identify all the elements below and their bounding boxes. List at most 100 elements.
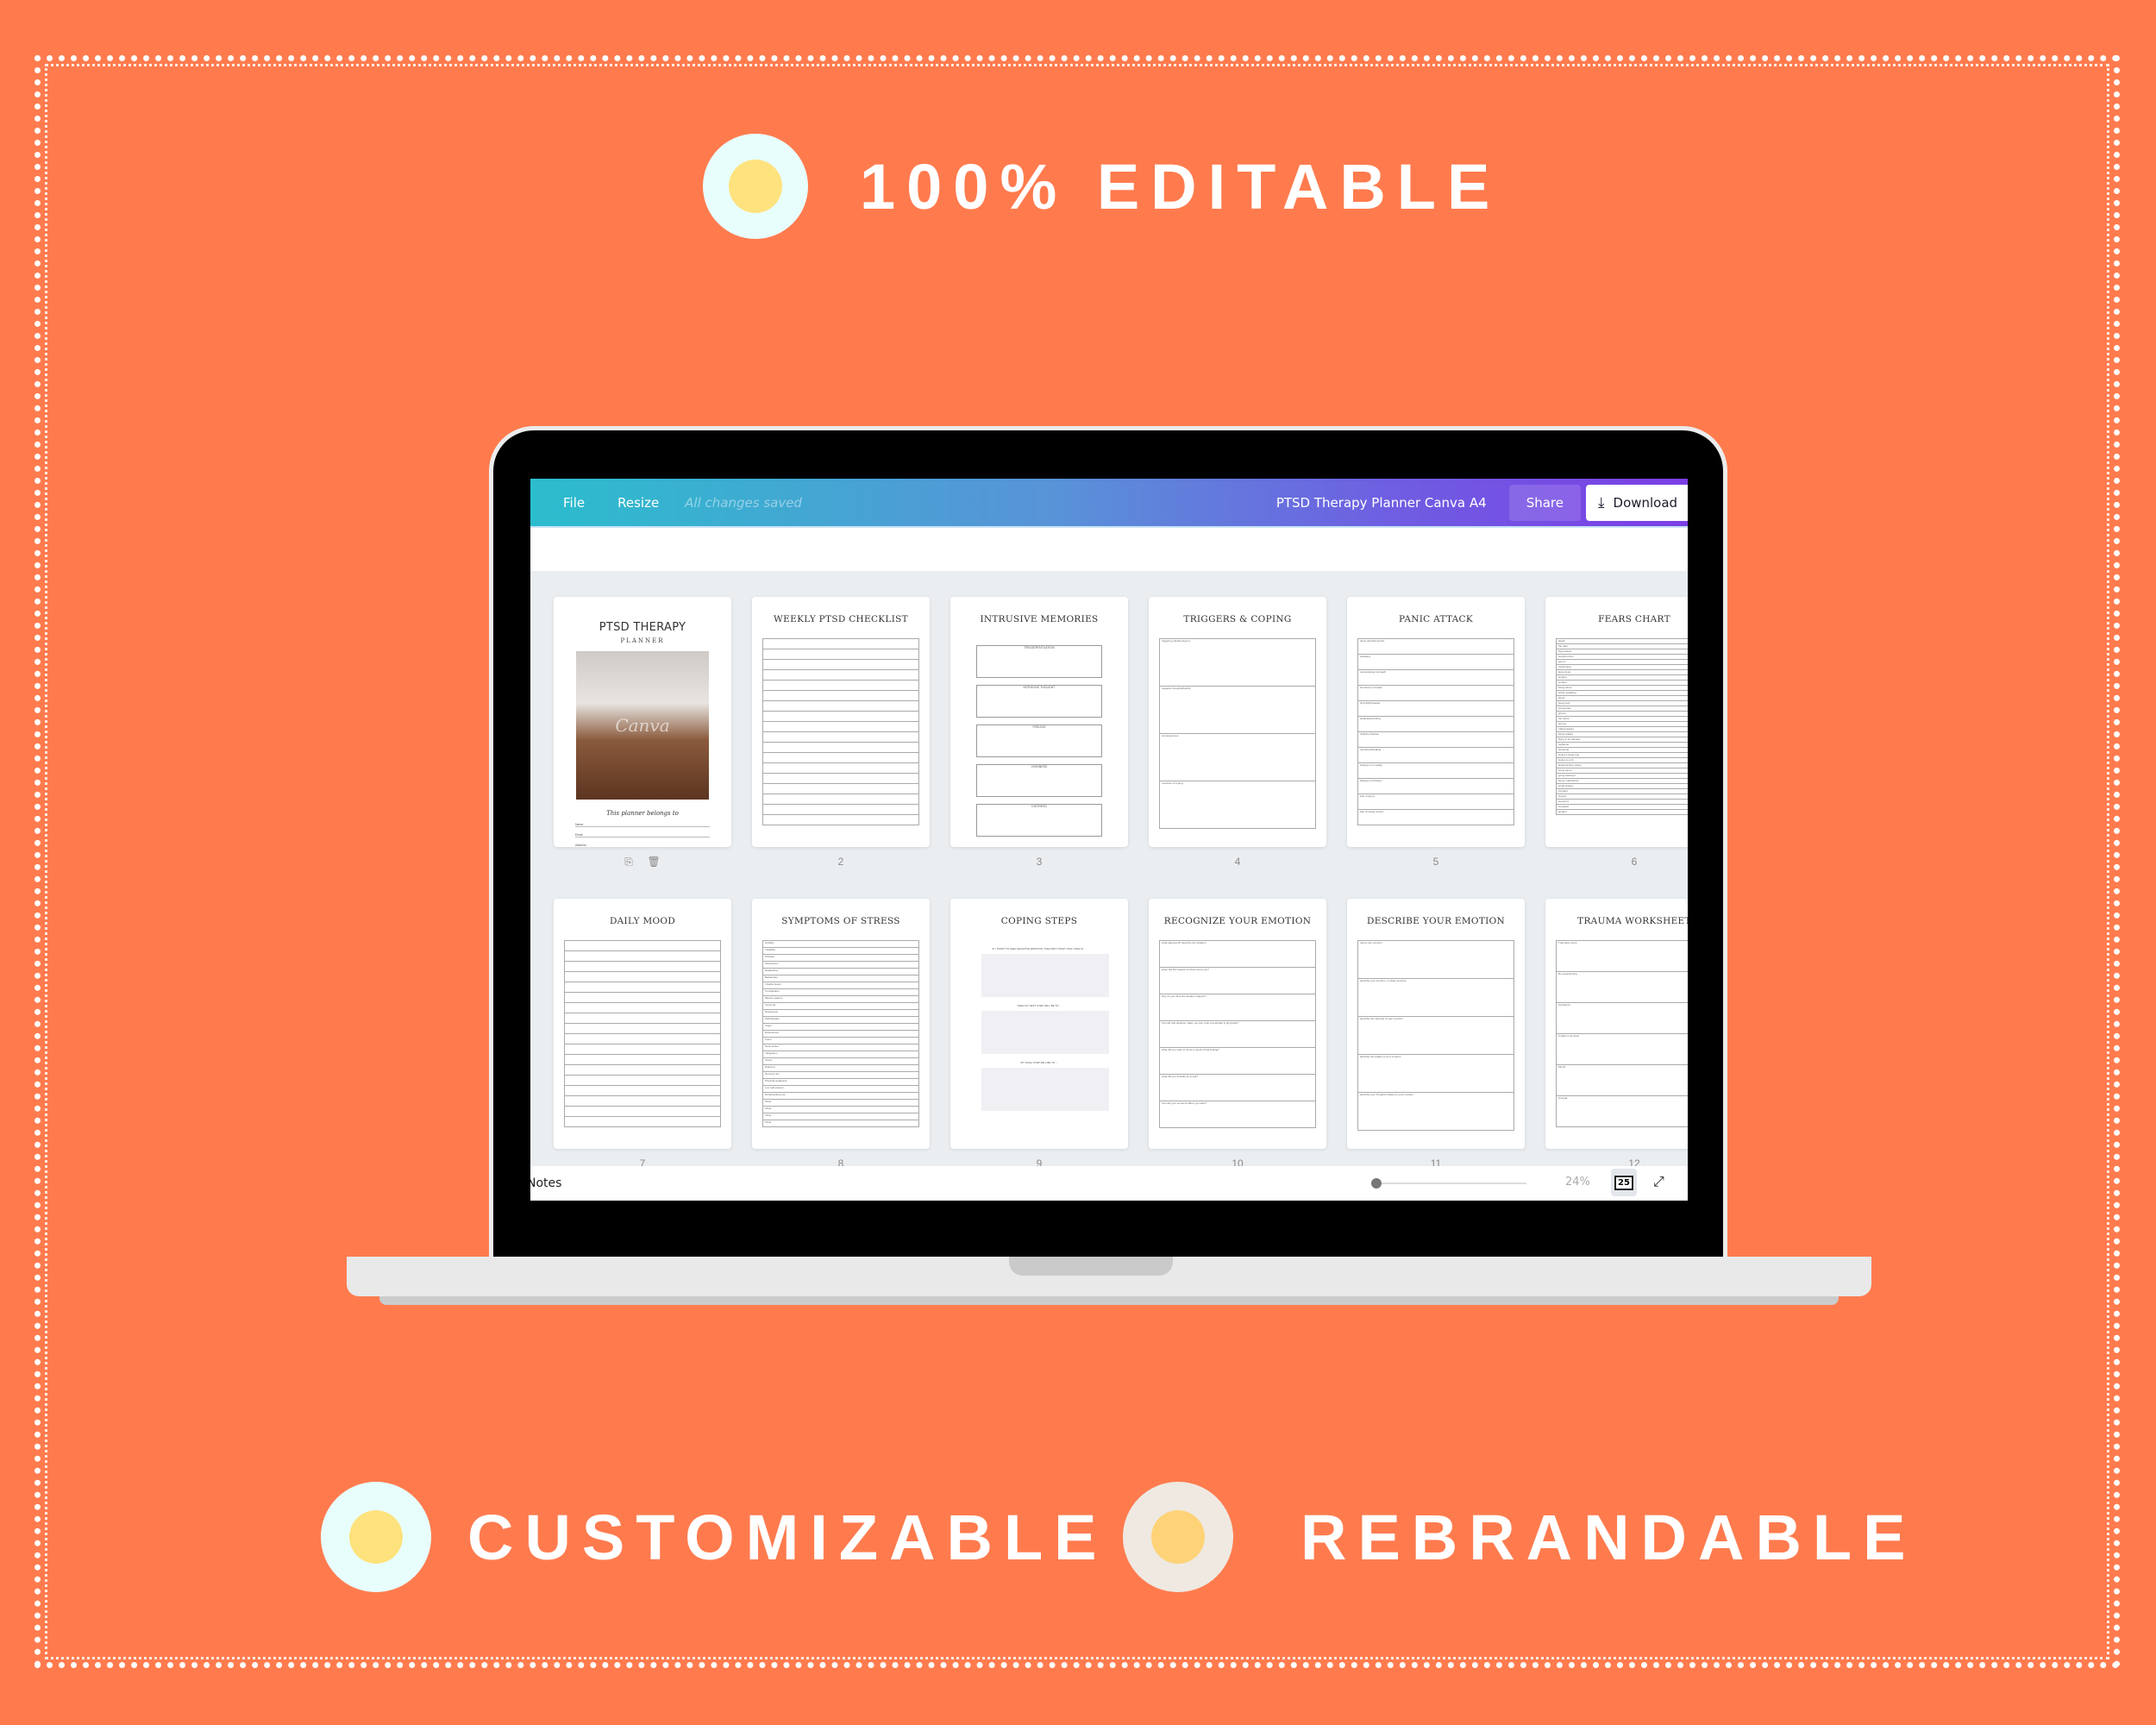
delete-page-icon[interactable]: 🗑 <box>648 856 661 868</box>
table-row: Headaches <box>762 969 919 975</box>
zoom-slider-handle[interactable] <box>1371 1178 1382 1189</box>
page-body <box>564 940 721 1133</box>
page-title: WEEKLY PTSD CHECKLIST <box>774 614 908 624</box>
table-row: Muscle spasms <box>762 996 919 1003</box>
page-thumbnail[interactable]: RECOGNIZE YOUR EMOTION what happened? des… <box>1149 899 1326 1149</box>
table-row: Unable to function <box>1556 1034 1688 1065</box>
page-title: FEARS CHART <box>1598 614 1670 624</box>
table-row: Drinking/drug use <box>762 1093 919 1100</box>
form-field: Email <box>575 833 710 837</box>
table-row: describe your emotion, or draw a picture <box>1357 979 1514 1017</box>
table-row: how did that situation make you feel, bo… <box>1159 1021 1316 1048</box>
watermark: Canva <box>615 715 670 736</box>
file-menu[interactable]: File <box>563 495 585 511</box>
page-thumbnail[interactable]: DESCRIBE YOUR EMOTION name your emotion de… <box>1347 899 1525 1149</box>
table-row: Phobias <box>762 955 919 962</box>
page-thumbnail[interactable]: WEEKLY PTSD CHECKLIST <box>752 597 930 847</box>
table-row: when did this happen & where were you? <box>1159 968 1316 994</box>
table-row: triggering situation/event: <box>1159 638 1316 687</box>
table-row: sweating <box>1357 655 1514 670</box>
page-number: 6 <box>1631 856 1638 868</box>
share-button[interactable]: Share <box>1508 484 1581 521</box>
download-label: Download <box>1613 494 1678 511</box>
page-title: COPING STEPS <box>1000 916 1078 926</box>
table-row: Depression <box>762 1010 919 1017</box>
page-thumbnail[interactable]: COPING STEPS IF I START TO FEEL NEGATIVE … <box>950 899 1128 1149</box>
page-thumbnail[interactable]: DAILY MOOD <box>554 899 731 1149</box>
flow-box: VIVIDNESS <box>976 764 1102 797</box>
table-row: Irritable bowel <box>762 982 919 989</box>
table-row <box>564 1044 721 1055</box>
page-body: what happened? describe the situation whe… <box>1159 940 1316 1133</box>
page-number: 3 <box>1036 856 1043 868</box>
table-row <box>762 660 919 670</box>
table-row: shaking/trembling <box>1357 717 1514 732</box>
table-row: chest pain/discomfort <box>1357 638 1514 655</box>
editor-bottom-bar: Notes 24% 25 ⤢ <box>530 1166 1688 1201</box>
page-thumbnail[interactable]: TRAUMA WORKSHEET Traumatic event Re-experi… <box>1545 899 1688 1149</box>
page-thumbnail[interactable]: FEARS CHART death the dark high places war/t… <box>1545 597 1688 847</box>
feature-label: CUSTOMIZABLE <box>467 1501 1108 1573</box>
page-body: Hostility Irritability Phobias Obsessions He… <box>762 940 919 1133</box>
table-row: describe your thoughts related to your e… <box>1357 1093 1514 1131</box>
step-box <box>981 954 1109 997</box>
page-title: DAILY MOOD <box>609 916 676 926</box>
table-row <box>762 774 919 784</box>
notes-button[interactable]: Notes <box>530 1176 561 1190</box>
table-row: Other <box>762 1107 919 1113</box>
table-row <box>564 982 721 993</box>
table-row <box>762 712 919 722</box>
table-row: Irritability <box>762 948 919 955</box>
table-row: describe the intensity of your emotion <box>1357 1017 1514 1055</box>
bullet-icon <box>703 134 808 239</box>
table-row: methods of coping: <box>1159 781 1316 829</box>
laptop-base-shadow <box>379 1296 1839 1305</box>
table-row: what did you want to do as a result of t… <box>1159 1048 1316 1075</box>
page-count: 25 <box>1614 1175 1633 1190</box>
table-row <box>762 815 919 825</box>
page-thumbnail[interactable]: PTSD THERAPY PLANNER Canva This planner bel… <box>554 597 731 847</box>
page-thumbnail[interactable]: SYMPTOMS OF STRESS Hostility Irritability P… <box>752 899 930 1149</box>
bullet-icon <box>321 1482 431 1592</box>
zoom-level[interactable]: 24% <box>1565 1176 1590 1189</box>
page-body: chest pain/discomfort sweating nausea/upse… <box>1357 638 1514 831</box>
page-body <box>762 638 919 831</box>
page-title: DESCRIBE YOUR EMOTION <box>1367 916 1505 926</box>
table-row <box>564 1107 721 1117</box>
page-title: PANIC ATTACK <box>1398 614 1474 624</box>
table-row: chills/hot flashes <box>1357 732 1514 748</box>
page-number: 2 <box>837 856 844 868</box>
grid-view-button[interactable]: 25 <box>1611 1169 1637 1196</box>
table-row: describe the quality of your emotion <box>1357 1055 1514 1093</box>
table-row: Nervous tics <box>762 1072 919 1079</box>
page-title: RECOGNIZE YOUR EMOTION <box>1163 916 1312 926</box>
table-row: how did your emotions affect you later? <box>1159 1101 1316 1128</box>
table-row <box>564 962 721 972</box>
table-row: fear of dying <box>1357 794 1514 810</box>
step-box <box>981 1011 1109 1054</box>
table-row: Withdrawals <box>762 1017 919 1024</box>
zoom-slider[interactable] <box>1371 1178 1526 1189</box>
feature-editable: 100% EDITABLE <box>703 134 1501 239</box>
table-row <box>762 681 919 691</box>
table-row: Hostility <box>762 940 919 948</box>
caption: This planner belongs to <box>606 810 679 817</box>
resize-button[interactable]: Resize <box>617 495 659 511</box>
table-row: Low self-esteem <box>762 1086 919 1093</box>
table-row: feelings of choking <box>1357 779 1514 794</box>
page-thumbnail[interactable]: INTRUSIVE MEMORIES TRIGGER/SITUATION INTRU… <box>950 597 1128 847</box>
page-thumbnail[interactable]: TRIGGERS & COPING triggering situation/ev… <box>1149 597 1326 847</box>
download-button[interactable]: ⤓ Download <box>1586 484 1688 521</box>
table-row <box>564 972 721 982</box>
table-row: Insomnia <box>762 1003 919 1010</box>
table-row: what did you actually do & say? <box>1159 1075 1316 1101</box>
table-row: Obsessions <box>762 962 919 969</box>
duplicate-page-icon[interactable]: ⎘ <box>624 856 633 868</box>
document-title[interactable]: PTSD Therapy Planner Canva A4 <box>1276 495 1487 511</box>
page-thumbnail[interactable]: PANIC ATTACK chest pain/discomfort sweatin… <box>1347 597 1525 847</box>
table-row <box>564 1034 721 1044</box>
step-label: MY FINAL STEP WILL BE TO ... <box>1020 1061 1058 1064</box>
page-body: IF I START TO FEEL NEGATIVE EMOTION, THE… <box>961 940 1118 1133</box>
fullscreen-icon[interactable]: ⤢ <box>1653 1173 1664 1190</box>
flow-box: INTRUSIVE THOUGHT <box>976 685 1102 718</box>
